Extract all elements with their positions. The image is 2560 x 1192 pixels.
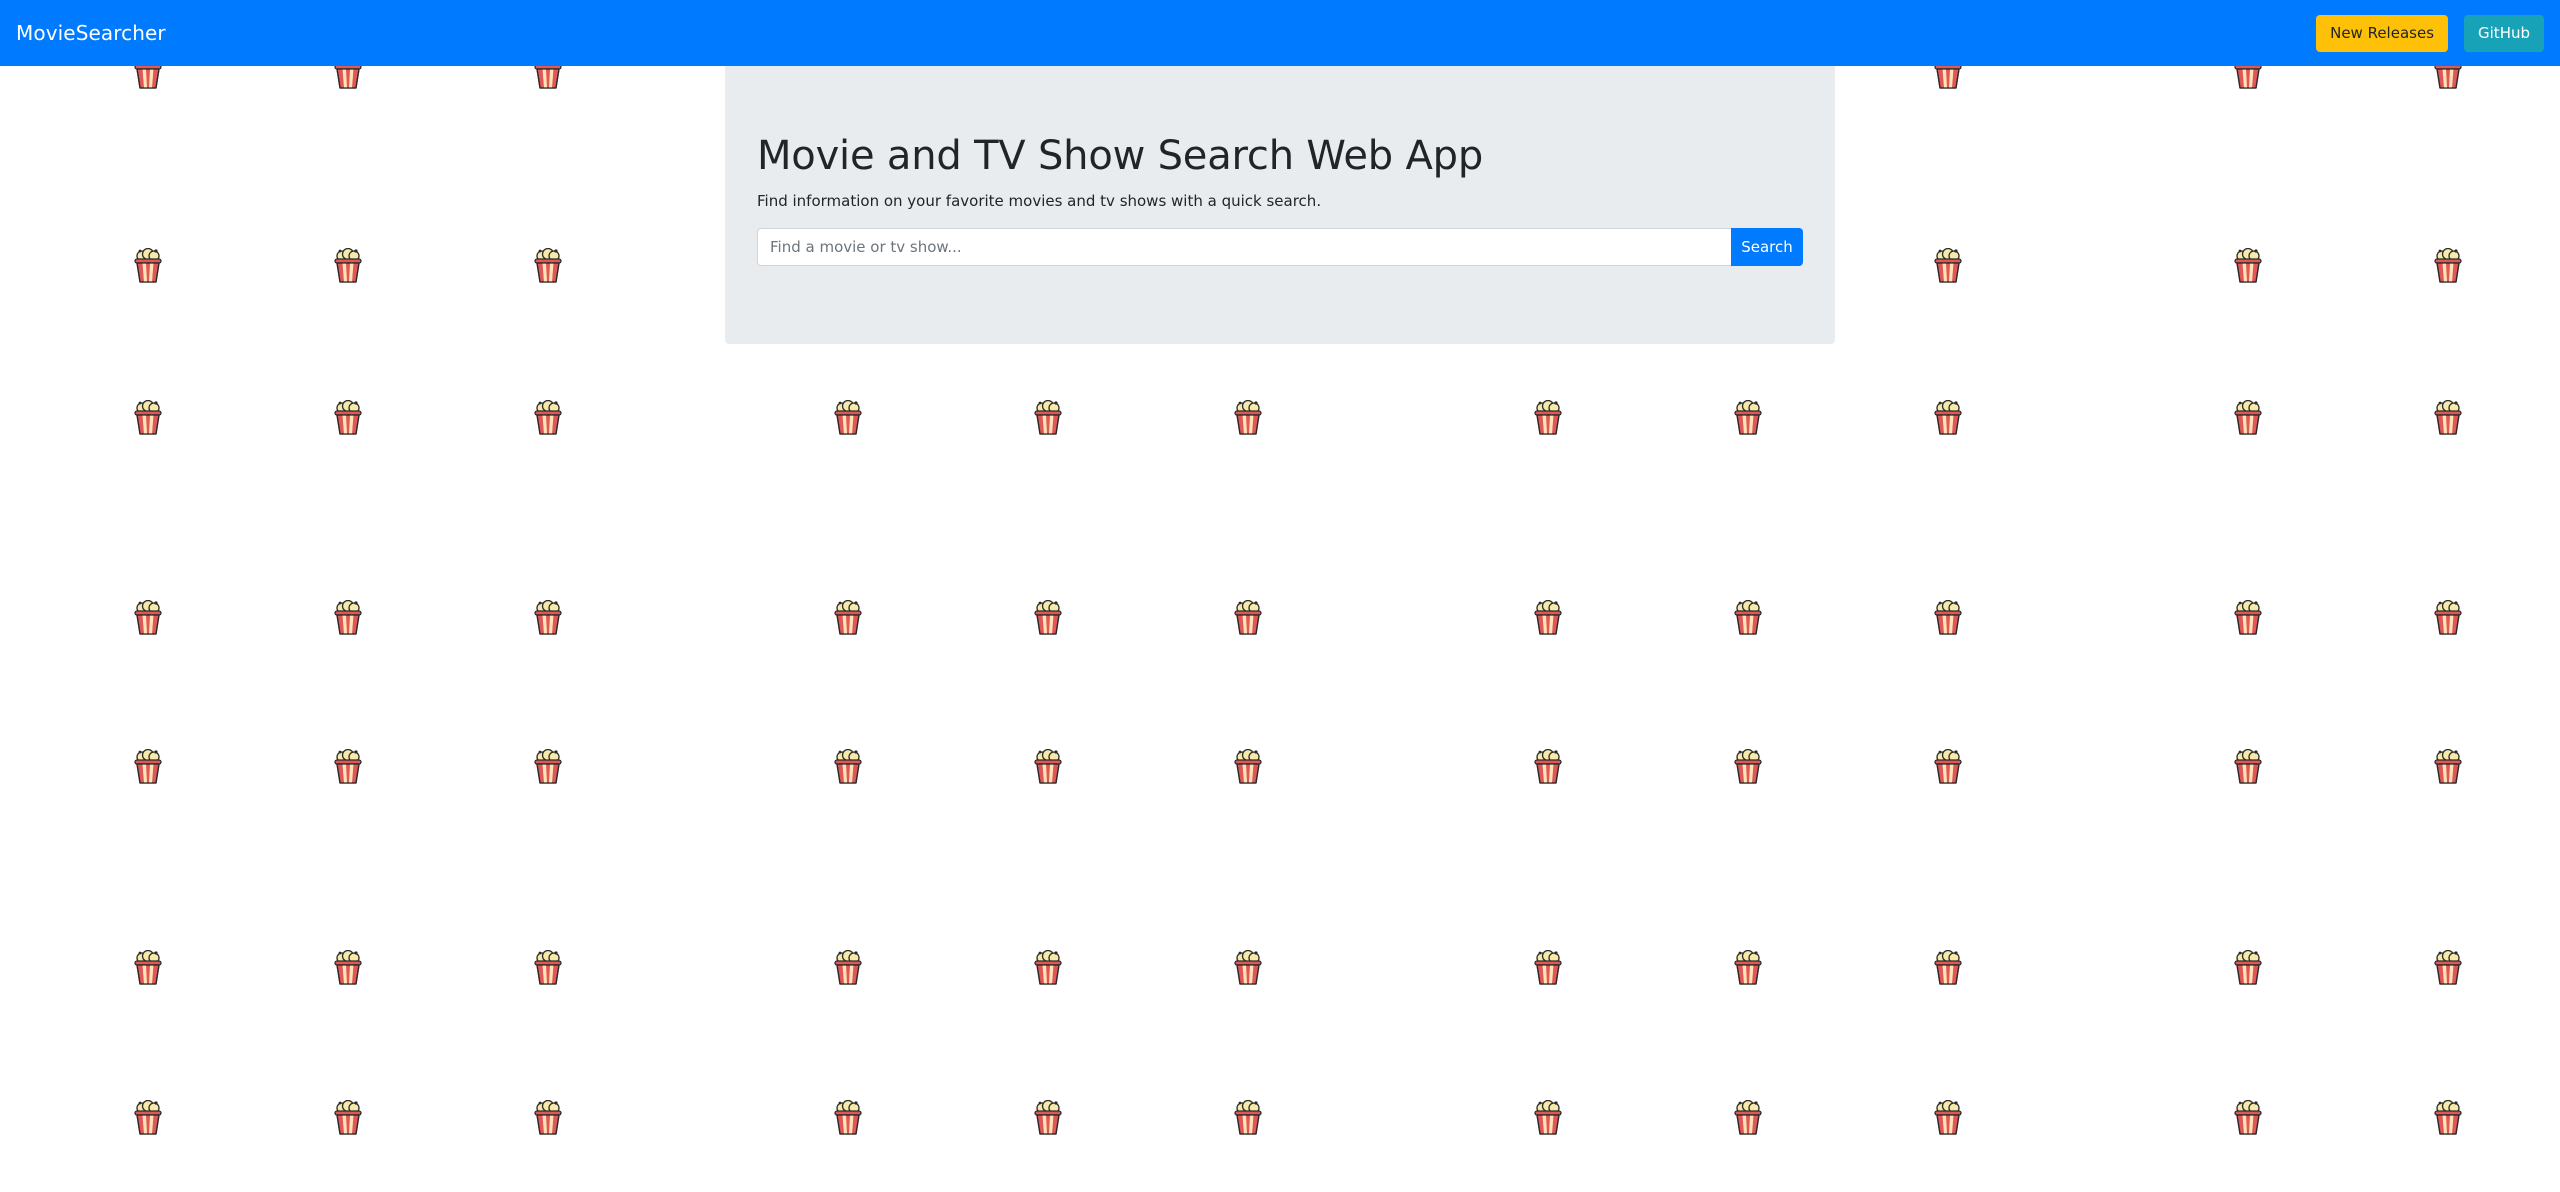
top-navbar: MovieSearcher New Releases GitHub xyxy=(0,0,2560,66)
popcorn-icon xyxy=(132,599,164,636)
popcorn-icon xyxy=(1732,1099,1764,1136)
navbar-actions: New Releases GitHub xyxy=(2316,14,2544,52)
github-button[interactable]: GitHub xyxy=(2464,14,2544,52)
popcorn-icon xyxy=(1232,399,1264,436)
popcorn-icon xyxy=(332,949,364,986)
popcorn-icon xyxy=(1732,599,1764,636)
popcorn-icon xyxy=(1932,1099,1964,1136)
popcorn-icon xyxy=(832,1099,864,1136)
popcorn-icon xyxy=(132,247,164,284)
popcorn-icon xyxy=(1732,399,1764,436)
popcorn-icon xyxy=(1032,599,1064,636)
popcorn-icon xyxy=(332,599,364,636)
popcorn-icon xyxy=(532,599,564,636)
popcorn-icon xyxy=(132,399,164,436)
popcorn-icon xyxy=(1732,949,1764,986)
popcorn-icon xyxy=(1532,949,1564,986)
popcorn-icon xyxy=(2432,599,2464,636)
popcorn-icon xyxy=(2432,1099,2464,1136)
popcorn-icon xyxy=(1532,748,1564,785)
popcorn-icon xyxy=(832,399,864,436)
popcorn-icon xyxy=(1732,748,1764,785)
popcorn-icon xyxy=(132,949,164,986)
popcorn-icon xyxy=(1932,949,1964,986)
popcorn-icon xyxy=(2232,247,2264,284)
search-form: Search xyxy=(757,228,1803,266)
popcorn-icon xyxy=(532,949,564,986)
popcorn-icon xyxy=(532,748,564,785)
popcorn-icon xyxy=(2432,949,2464,986)
popcorn-icon xyxy=(2232,599,2264,636)
popcorn-icon xyxy=(832,599,864,636)
popcorn-icon xyxy=(1232,748,1264,785)
popcorn-icon xyxy=(1032,949,1064,986)
new-releases-button[interactable]: New Releases xyxy=(2316,14,2449,52)
popcorn-icon xyxy=(132,1099,164,1136)
popcorn-icon xyxy=(332,247,364,284)
popcorn-icon xyxy=(332,1099,364,1136)
popcorn-icon xyxy=(1932,599,1964,636)
popcorn-icon xyxy=(532,247,564,284)
page-title: Movie and TV Show Search Web App xyxy=(757,133,1484,179)
popcorn-icon xyxy=(1932,748,1964,785)
search-input[interactable] xyxy=(757,228,1731,266)
popcorn-icon xyxy=(1232,599,1264,636)
popcorn-icon xyxy=(832,949,864,986)
popcorn-icon xyxy=(832,748,864,785)
popcorn-icon xyxy=(1032,399,1064,436)
popcorn-icon xyxy=(2432,748,2464,785)
popcorn-icon xyxy=(2232,949,2264,986)
popcorn-icon xyxy=(332,748,364,785)
search-button[interactable]: Search xyxy=(1731,228,1803,266)
popcorn-icon xyxy=(1532,399,1564,436)
brand-link[interactable]: MovieSearcher xyxy=(16,21,166,45)
popcorn-icon xyxy=(2232,748,2264,785)
popcorn-icon xyxy=(2232,1099,2264,1136)
popcorn-icon xyxy=(1232,1099,1264,1136)
page-subtitle: Find information on your favorite movies… xyxy=(757,192,1322,210)
popcorn-icon xyxy=(1532,1099,1564,1136)
popcorn-icon xyxy=(1032,1099,1064,1136)
hero-jumbotron: Movie and TV Show Search Web App Find in… xyxy=(725,66,1835,344)
popcorn-icon xyxy=(1932,399,1964,436)
popcorn-icon xyxy=(132,748,164,785)
popcorn-icon xyxy=(2432,399,2464,436)
popcorn-icon xyxy=(2232,399,2264,436)
popcorn-icon xyxy=(532,399,564,436)
popcorn-icon xyxy=(2432,247,2464,284)
popcorn-icon xyxy=(1532,599,1564,636)
popcorn-icon xyxy=(1932,247,1964,284)
popcorn-icon xyxy=(332,399,364,436)
popcorn-icon xyxy=(1032,748,1064,785)
popcorn-icon xyxy=(532,1099,564,1136)
popcorn-icon xyxy=(1232,949,1264,986)
